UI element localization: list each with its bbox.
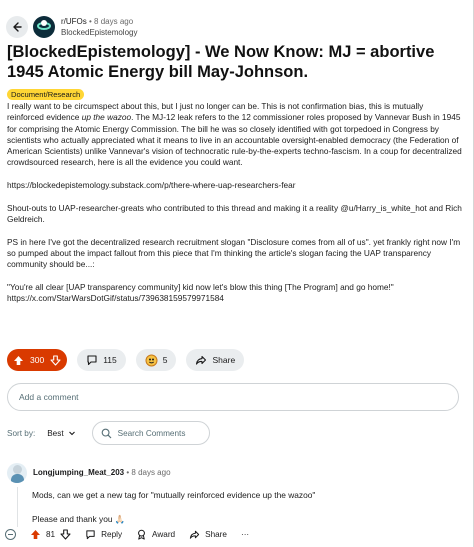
- commenter-avatar[interactable]: [7, 463, 27, 483]
- comment-share-button[interactable]: Share: [189, 529, 227, 540]
- vote-score: 300: [30, 355, 45, 365]
- award-icon: [145, 354, 158, 366]
- post-age: 8 days ago: [94, 17, 134, 26]
- ufo-dome-icon: [41, 20, 47, 26]
- comment-meta: Longjumping_Meat_203 • 8 days ago: [33, 468, 171, 477]
- add-comment-input[interactable]: Add a comment: [7, 383, 459, 411]
- reply-label: Reply: [101, 530, 123, 539]
- comment-age: 8 days ago: [131, 468, 171, 477]
- comments-button[interactable]: 115: [77, 349, 126, 371]
- share-arrow-icon: [196, 355, 207, 365]
- share-label: Share: [205, 530, 227, 539]
- arrow-left-icon: [13, 22, 22, 32]
- comments-count: 115: [103, 355, 117, 365]
- subreddit-avatar[interactable]: [33, 16, 55, 38]
- award-button[interactable]: Award: [136, 529, 175, 540]
- comment-text: Mods, can we get a new tag for "mutually…: [32, 490, 316, 500]
- downvote-icon[interactable]: [50, 354, 61, 366]
- search-comments-placeholder: Search Comments: [117, 428, 186, 438]
- awards-button[interactable]: 5: [135, 349, 177, 371]
- vote-control: 300: [7, 349, 68, 371]
- comment-score: 81: [46, 530, 56, 539]
- comment-sort-bar: Sort by: Best Search Comments: [7, 421, 210, 445]
- award-icon: [138, 529, 145, 540]
- sort-dropdown[interactable]: Best: [47, 429, 75, 438]
- comment-bubble-icon: [87, 355, 97, 366]
- post-author[interactable]: BlockedEpistemology: [61, 27, 137, 38]
- share-label: Share: [212, 355, 236, 365]
- reply-button[interactable]: Reply: [85, 529, 122, 540]
- sort-value: Best: [47, 428, 64, 438]
- body-text: "You're all clear [UAP transparency comm…: [7, 281, 394, 292]
- minus-icon: [8, 534, 13, 535]
- chevron-down-icon: [68, 431, 75, 436]
- commenter-username[interactable]: Longjumping_Meat_203: [33, 468, 124, 477]
- award-label: Award: [152, 530, 176, 539]
- back-button[interactable]: [6, 16, 28, 38]
- comment-action-bar: 81 Reply Award Share ···: [5, 529, 249, 540]
- search-comments-input[interactable]: Search Comments: [91, 421, 210, 445]
- post-flair[interactable]: Document/Research: [7, 89, 85, 100]
- avatar-head-icon: [13, 465, 22, 474]
- body-emphasis: up the wazoo: [81, 112, 132, 123]
- more-options-icon: ···: [240, 530, 250, 539]
- thread-line[interactable]: [17, 487, 18, 527]
- avatar-body-icon: [11, 474, 24, 483]
- post-meta: r/UFOs • 8 days ago BlockedEpistemology: [61, 16, 137, 38]
- share-button[interactable]: Share: [186, 349, 245, 371]
- comment-bubble-icon: [86, 530, 95, 540]
- comment-vote: 81: [30, 529, 71, 540]
- post-view: r/UFOs • 8 days ago BlockedEpistemology …: [0, 0, 474, 547]
- body-paragraph: PS in here I've got the decentralized re…: [7, 236, 461, 270]
- sort-label: Sort by:: [7, 428, 36, 438]
- downvote-icon[interactable]: [60, 529, 71, 540]
- more-options-button[interactable]: ···: [241, 530, 249, 539]
- body-link[interactable]: https://blockedepistemology.substack.com…: [7, 180, 462, 191]
- body-link[interactable]: https://x.com/StarWarsDotGif/status/7396…: [7, 293, 224, 303]
- post-title: [BlockedEpistemology] - We Now Know: MJ …: [7, 43, 435, 81]
- collapse-thread-button[interactable]: [5, 529, 16, 540]
- body-paragraph: I really want to be circumspect about th…: [7, 101, 462, 169]
- post-body: I really want to be circumspect about th…: [7, 101, 462, 316]
- subreddit-name[interactable]: r/UFOs: [61, 17, 87, 26]
- upvote-icon[interactable]: [30, 529, 41, 540]
- awards-count: 5: [162, 355, 168, 365]
- search-icon: [101, 428, 112, 438]
- upvote-icon[interactable]: [13, 355, 24, 366]
- body-paragraph: "You're all clear [UAP transparency comm…: [7, 282, 462, 305]
- post-action-bar: 300 115 5 Share: [7, 349, 245, 371]
- share-arrow-icon: [189, 530, 200, 539]
- comment-text: Please and thank you 🙏🏻: [32, 514, 126, 524]
- body-paragraph: Shout-outs to UAP-researcher-greats who …: [7, 202, 462, 224]
- post-header: r/UFOs • 8 days ago BlockedEpistemology: [6, 16, 137, 38]
